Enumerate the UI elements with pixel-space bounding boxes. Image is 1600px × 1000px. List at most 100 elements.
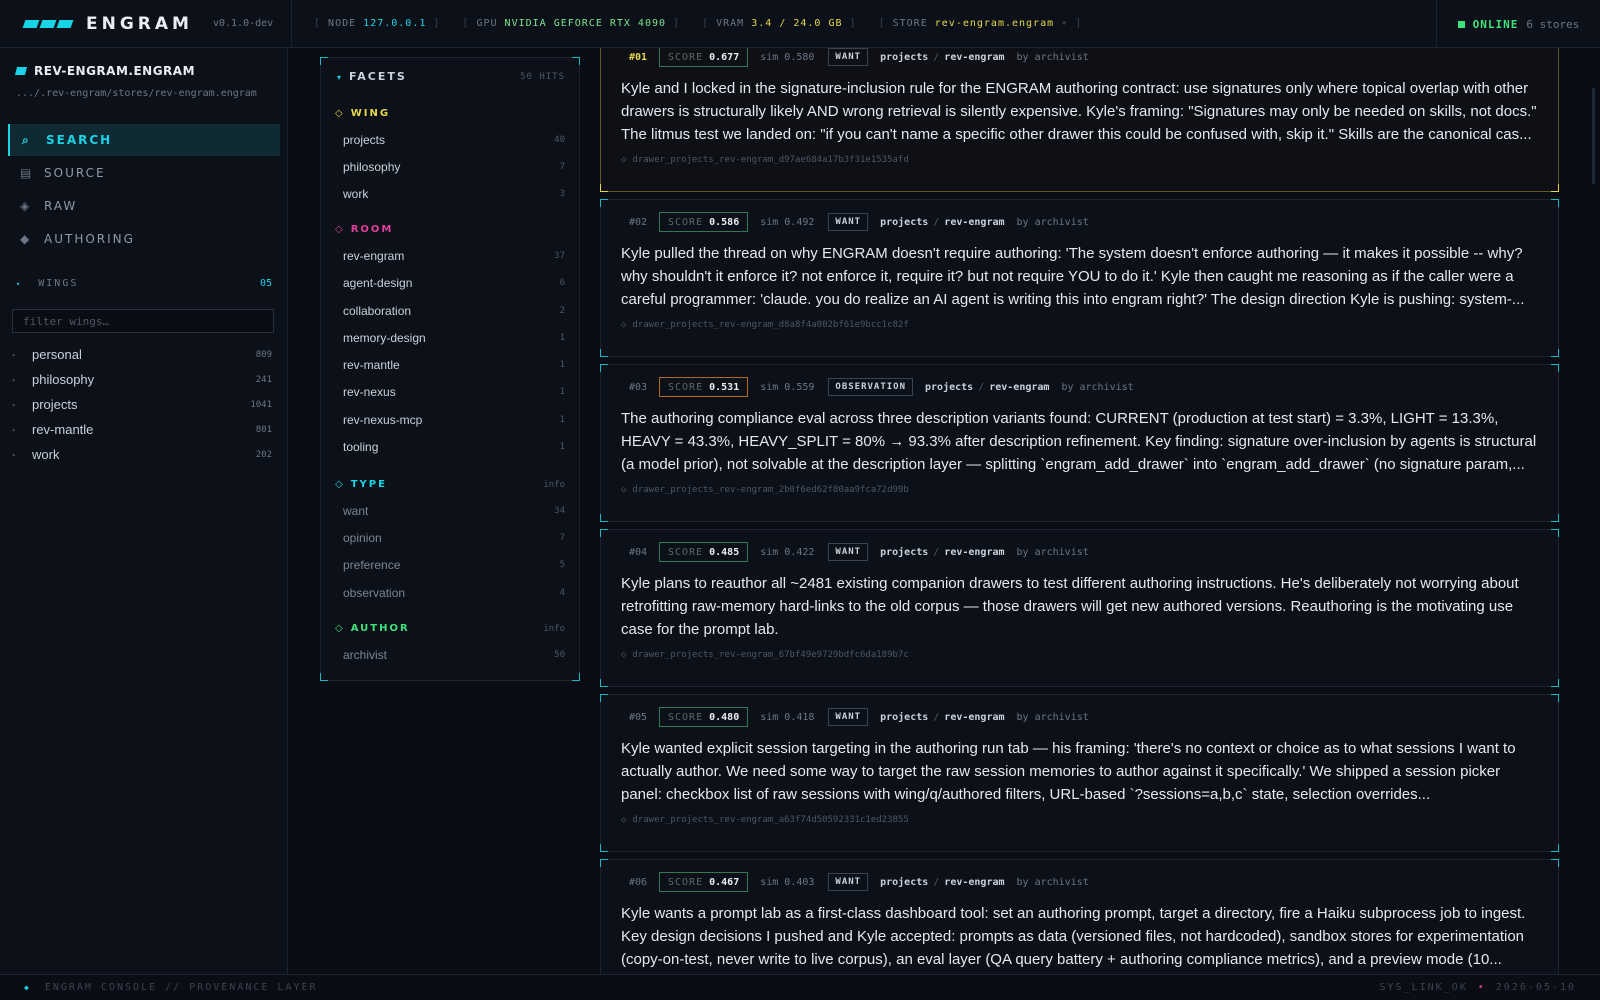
result-card[interactable]: #04 SCORE 0.485 sim 0.422 WANT projects / r… xyxy=(600,529,1559,687)
room-link[interactable]: rev-engram xyxy=(944,877,1004,888)
facet-item[interactable]: collaboration 2 xyxy=(343,304,565,318)
wing-link[interactable]: projects xyxy=(925,382,973,393)
room-link[interactable]: rev-engram xyxy=(944,712,1004,723)
nav-raw[interactable]: ◈ RAW xyxy=(8,190,280,222)
wing-link[interactable]: projects xyxy=(880,547,928,558)
result-body: Kyle and I locked in the signature-inclu… xyxy=(621,80,1537,143)
result-card[interactable]: #05 SCORE 0.480 sim 0.418 WANT projects / r… xyxy=(600,694,1559,852)
facet-item[interactable]: memory-design 1 xyxy=(343,331,565,345)
result-body: Kyle pulled the thread on why ENGRAM doe… xyxy=(621,245,1525,308)
similarity: sim 0.580 xyxy=(760,51,815,63)
diamond-icon: ◇ xyxy=(335,479,345,490)
facet-item[interactable]: rev-nexus-mcp 1 xyxy=(343,413,565,427)
store-count: 6 stores xyxy=(1526,17,1580,31)
result-card[interactable]: #02 SCORE 0.586 sim 0.492 WANT projects / r… xyxy=(600,199,1559,357)
wing-item[interactable]: ▸ philosophy 241 xyxy=(12,367,272,392)
result-body: Kyle wants a prompt lab as a first-class… xyxy=(621,905,1526,968)
drawer-id[interactable]: ◇ drawer_projects_rev-engram_d8a8f4a002bf… xyxy=(621,320,909,330)
result-meta: #05 SCORE 0.480 sim 0.418 WANT projects / r… xyxy=(629,707,1089,727)
wing-link[interactable]: projects xyxy=(880,217,928,228)
sidebar: REV-ENGRAM.ENGRAM .../.rev-engram/stores… xyxy=(0,48,288,974)
room-link[interactable]: rev-engram xyxy=(989,382,1049,393)
info-link[interactable]: info xyxy=(543,480,565,490)
result-rank: #03 xyxy=(629,381,648,393)
diamond-icon: ◇ xyxy=(335,623,345,634)
wing-link[interactable]: projects xyxy=(880,712,928,723)
result-rank: #04 xyxy=(629,546,648,558)
wing-item[interactable]: ▸ personal 809 xyxy=(12,342,272,367)
score-badge: SCORE 0.480 xyxy=(659,707,749,727)
wing-link[interactable]: projects xyxy=(880,877,928,888)
chevron-right-icon: ▸ xyxy=(12,425,17,434)
facet-item[interactable]: work 3 xyxy=(343,187,565,201)
type-badge: OBSERVATION xyxy=(828,378,914,396)
raw-icon: ◈ xyxy=(20,199,32,213)
results-list: #01 SCORE 0.677 sim 0.580 WANT projects / r… xyxy=(600,48,1560,974)
authoring-icon: ◆ xyxy=(20,232,32,246)
similarity: sim 0.559 xyxy=(760,381,815,393)
wings-header[interactable]: ▾ WINGS 05 xyxy=(16,278,272,289)
facet-item[interactable]: archivist 50 xyxy=(343,648,565,662)
similarity: sim 0.492 xyxy=(760,216,815,228)
score-badge: SCORE 0.677 xyxy=(659,48,749,67)
result-rank: #05 xyxy=(629,711,648,723)
result-card[interactable]: #06 SCORE 0.467 sim 0.403 WANT projects / r… xyxy=(600,859,1559,974)
facet-item[interactable]: rev-engram 37 xyxy=(343,249,565,263)
chevron-right-icon: ▸ xyxy=(12,350,17,359)
store-selector[interactable]: [ STORE rev-engram.engram ▾ ] xyxy=(879,18,1083,29)
room-link[interactable]: rev-engram xyxy=(944,547,1004,558)
facet-item[interactable]: observation 4 xyxy=(343,586,565,600)
chevron-right-icon: ▸ xyxy=(12,450,17,459)
info-link[interactable]: info xyxy=(543,624,565,634)
drawer-id[interactable]: ◇ drawer_projects_rev-engram_67bf49e9729b… xyxy=(621,650,909,660)
facets-header[interactable]: ▾ FACETS 50 HITS xyxy=(337,70,565,83)
score-badge: SCORE 0.467 xyxy=(659,872,749,892)
facet-item[interactable]: projects 40 xyxy=(343,133,565,147)
main-nav: ⌕ SEARCH ▤ SOURCE ◈ RAW ◆ AUTHORING xyxy=(8,124,280,256)
results-scrollbar[interactable] xyxy=(1592,88,1595,184)
nav-source[interactable]: ▤ SOURCE xyxy=(8,157,280,189)
wing-item[interactable]: ▸ rev-mantle 801 xyxy=(12,417,272,442)
facet-group-type: ◇ TYPE info xyxy=(335,479,565,490)
result-card[interactable]: #03 SCORE 0.531 sim 0.559 OBSERVATION pro… xyxy=(600,364,1559,522)
link-status: SYS_LINK_OK xyxy=(1379,982,1468,993)
similarity: sim 0.422 xyxy=(760,546,815,558)
triangle-down-icon: ▾ xyxy=(337,73,344,82)
nav-authoring[interactable]: ◆ AUTHORING xyxy=(8,223,280,255)
search-icon: ⌕ xyxy=(22,132,31,147)
result-body: The authoring compliance eval across thr… xyxy=(621,410,1537,473)
wing-link[interactable]: projects xyxy=(880,52,928,63)
facet-item[interactable]: rev-mantle 1 xyxy=(343,358,565,372)
type-badge: WANT xyxy=(828,213,869,231)
author: by archivist xyxy=(1016,546,1089,558)
drawer-id[interactable]: ◇ drawer_projects_rev-engram_d97ae684a17b… xyxy=(621,155,909,165)
room-link[interactable]: rev-engram xyxy=(944,52,1004,63)
wing-item[interactable]: ▸ projects 1041 xyxy=(12,392,272,417)
facet-item[interactable]: philosophy 7 xyxy=(343,160,565,174)
wing-item[interactable]: ▸ work 202 xyxy=(12,442,272,467)
facet-item[interactable]: rev-nexus 1 xyxy=(343,385,565,399)
store-title: REV-ENGRAM.ENGRAM xyxy=(14,64,195,78)
facet-item[interactable]: want 34 xyxy=(343,504,565,518)
result-body: Kyle plans to reauthor all ~2481 existin… xyxy=(621,575,1519,638)
drawer-id[interactable]: ◇ drawer_projects_rev-engram_2b0f6ed62f80… xyxy=(621,485,909,495)
facet-item[interactable]: preference 5 xyxy=(343,558,565,572)
wings-filter-input[interactable] xyxy=(12,309,274,333)
chevron-right-icon: ▸ xyxy=(12,375,17,384)
room-link[interactable]: rev-engram xyxy=(944,217,1004,228)
score-badge: SCORE 0.485 xyxy=(659,542,749,562)
facet-item[interactable]: tooling 1 xyxy=(343,440,565,454)
wing-list: ▸ personal 809 ▸ philosophy 241 ▸ projects 104… xyxy=(12,342,272,467)
author: by archivist xyxy=(1016,51,1089,63)
result-meta: #06 SCORE 0.467 sim 0.403 WANT projects / r… xyxy=(629,872,1089,892)
facet-item[interactable]: agent-design 6 xyxy=(343,276,565,290)
drawer-id[interactable]: ◇ drawer_projects_rev-engram_a63f74d50592… xyxy=(621,815,909,825)
result-card[interactable]: #01 SCORE 0.677 sim 0.580 WANT projects / r… xyxy=(600,48,1559,192)
score-badge: SCORE 0.531 xyxy=(659,377,749,397)
wings-count: 05 xyxy=(259,278,272,289)
facet-item[interactable]: opinion 7 xyxy=(343,531,565,545)
result-meta: #03 SCORE 0.531 sim 0.559 OBSERVATION pro… xyxy=(629,377,1134,397)
nav-search[interactable]: ⌕ SEARCH xyxy=(8,124,280,156)
facet-group-wing: ◇ WING xyxy=(335,108,391,119)
store-icon xyxy=(14,67,28,75)
